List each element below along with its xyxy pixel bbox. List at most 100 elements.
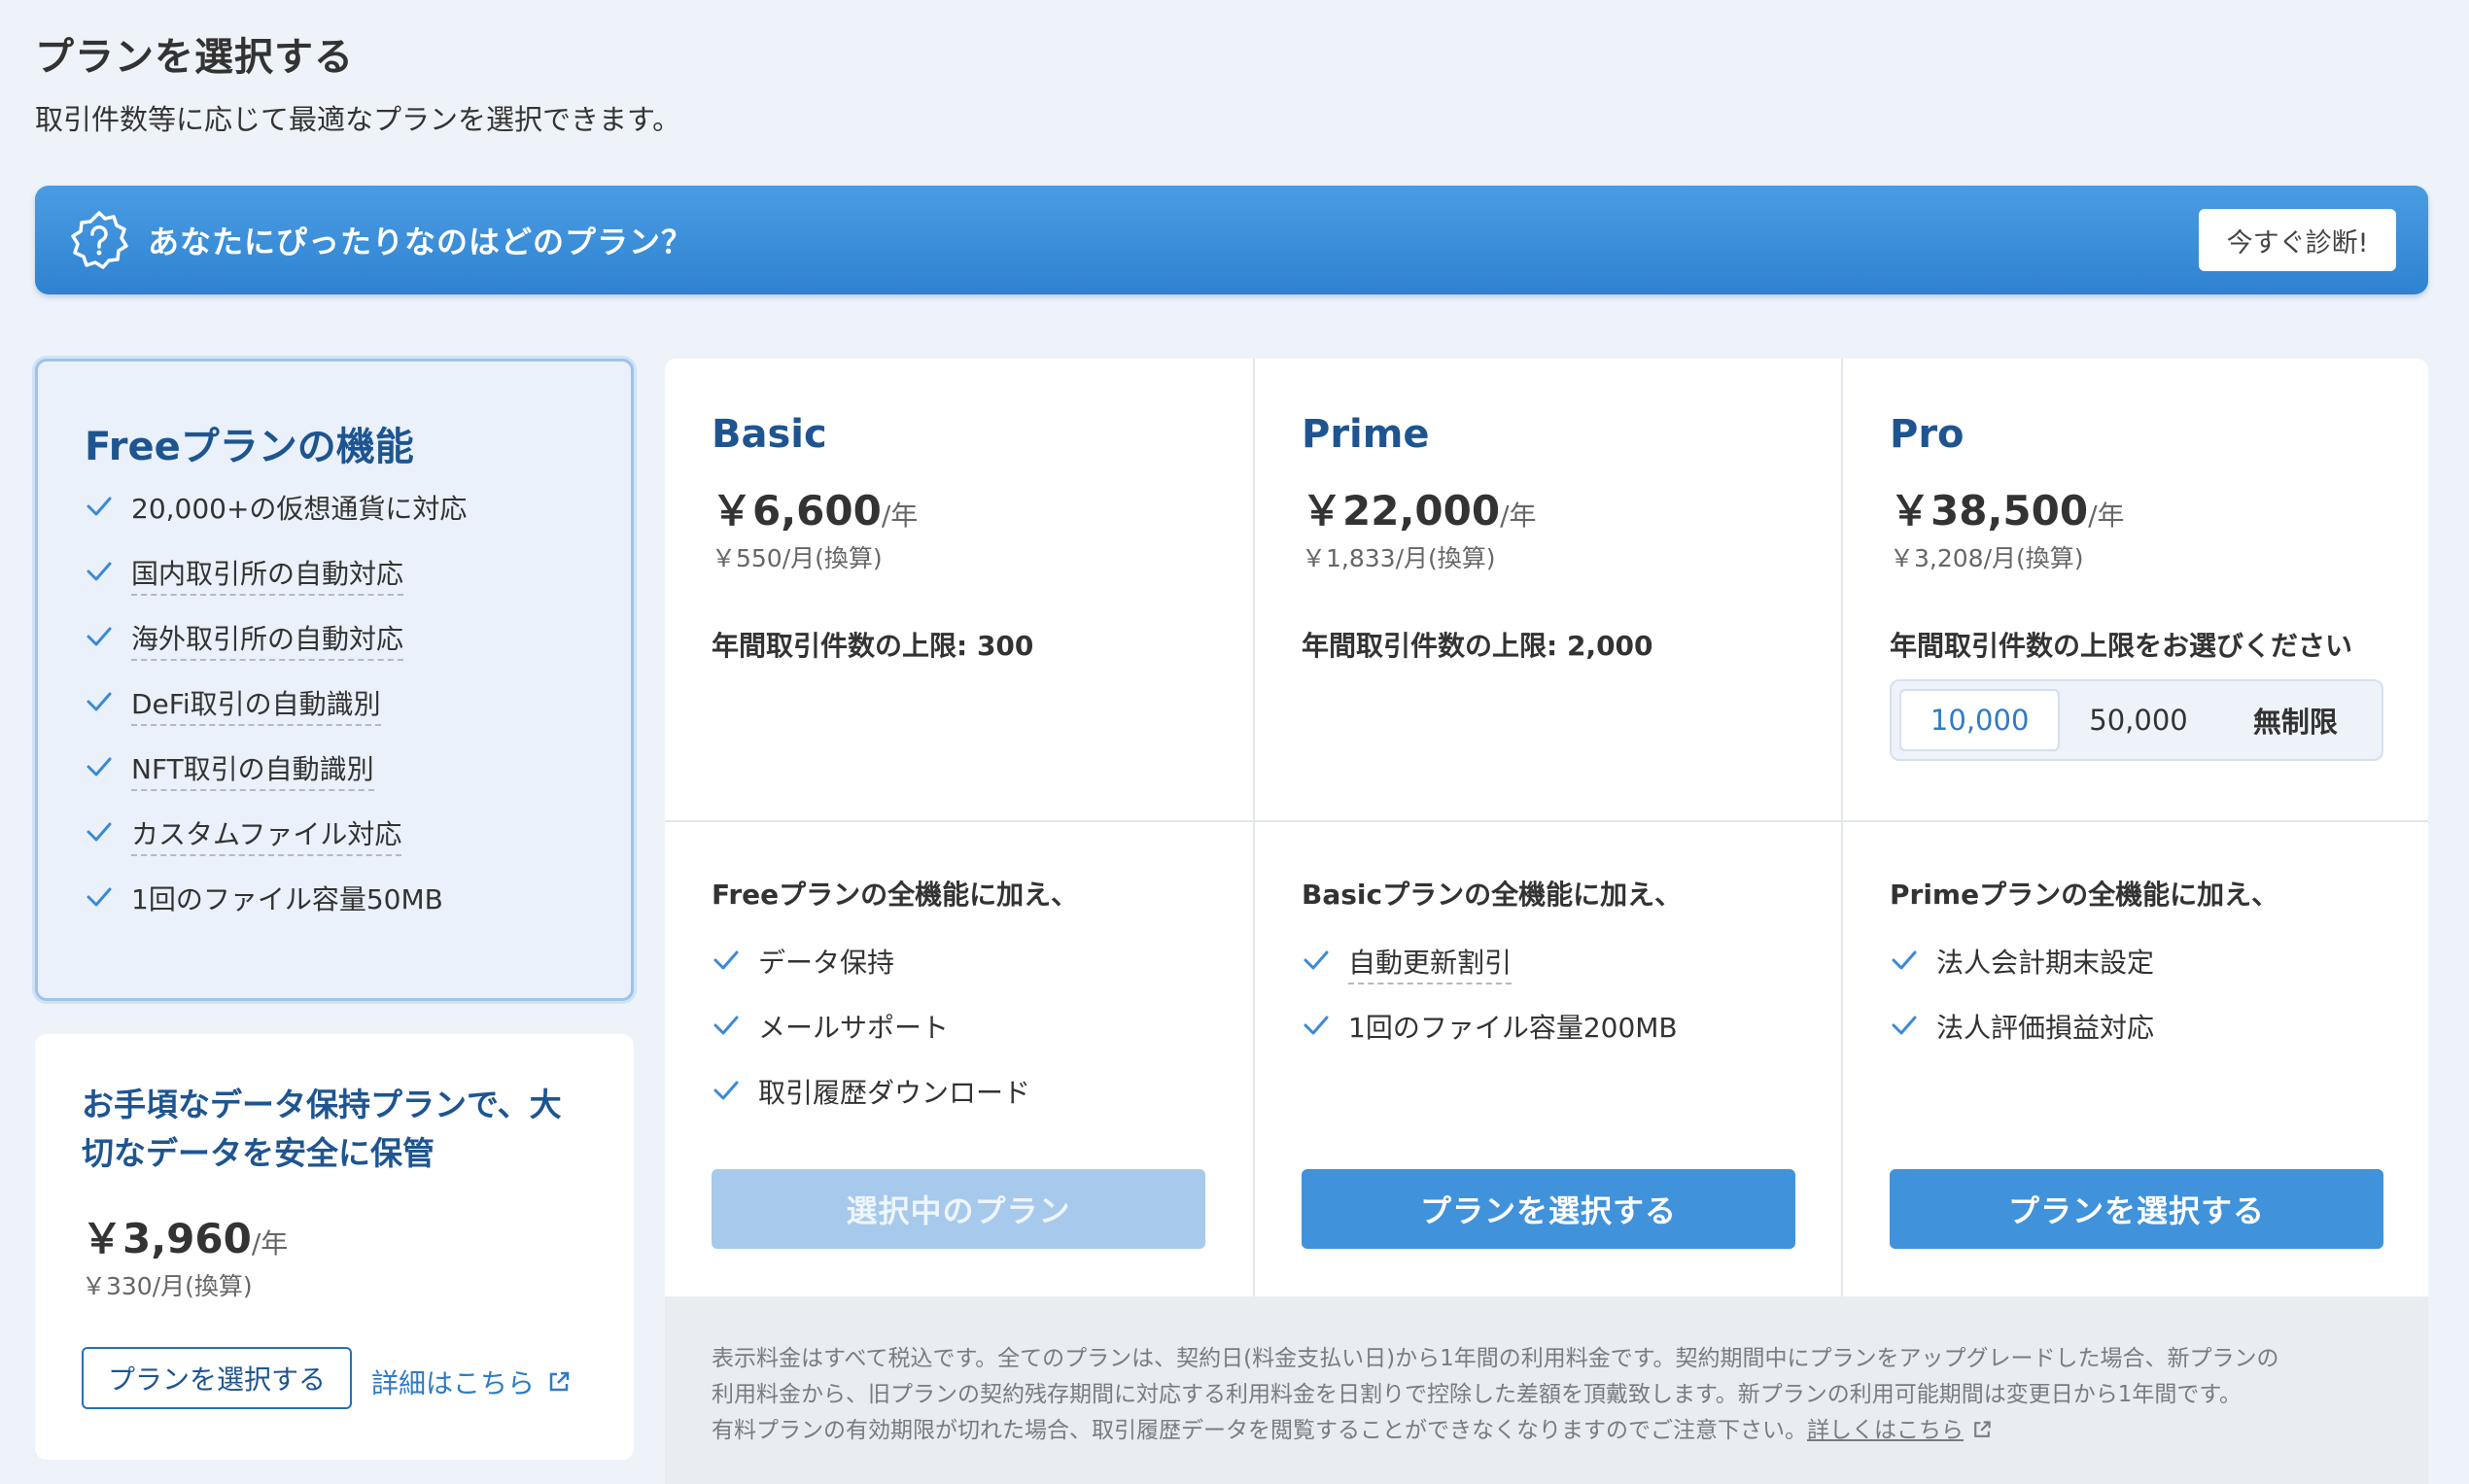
plan-monthly: ￥1,833/月(換算) — [1302, 544, 1496, 572]
limit-option-unlimited[interactable]: 無制限 — [2217, 689, 2374, 751]
check-icon — [713, 1081, 739, 1100]
price-unit: /年 — [251, 1227, 289, 1260]
data-plan-card: お手頃なデータ保持プランで、大切なデータを安全に保管 ￥3,960/年 ￥330… — [35, 1034, 634, 1460]
plan-name: Prime — [1302, 412, 1430, 457]
free-feature-list: 20,000+の仮想通貨に対応 国内取引所の自動対応 海外取引所の自動対応 De… — [85, 488, 467, 944]
price-value: ￥38,500 — [1890, 487, 2089, 535]
diagnose-now-button[interactable]: 今すぐ診断! — [2199, 209, 2396, 271]
feature-label: 1回のファイル容量50MB — [131, 883, 443, 915]
list-item: 1回のファイル容量50MB — [85, 879, 467, 944]
plan-price: ￥6,600/年 — [712, 478, 918, 537]
plan-lead: Freeプランの全機能に加え、 — [712, 879, 1079, 911]
check-icon — [1304, 1016, 1329, 1035]
diagnosis-banner: あなたにぴったりなのはどのプラン？ 今すぐ診断! — [35, 186, 2428, 294]
plan-limit: 年間取引件数の上限: 2,000 — [1302, 630, 1653, 662]
select-data-plan-button[interactable]: プランを選択する — [82, 1347, 352, 1409]
limit-option-50000[interactable]: 50,000 — [2060, 689, 2216, 751]
banner-text: あなたにぴったりなのはどのプラン？ — [148, 224, 694, 260]
plan-lead: Primeプランの全機能に加え、 — [1890, 879, 2279, 911]
price-value: ￥3,960 — [82, 1215, 252, 1262]
free-plan-title: Freeプランの機能 — [85, 425, 414, 469]
check-icon — [87, 692, 112, 711]
feature-label[interactable]: DeFi取引の自動識別 — [131, 683, 381, 726]
details-link[interactable]: 詳細はこちら — [371, 1363, 572, 1401]
feature-label[interactable]: カスタムファイル対応 — [131, 813, 402, 856]
price-unit: /年 — [1500, 500, 1537, 532]
plan-lead: Basicプランの全機能に加え、 — [1302, 879, 1683, 911]
data-plan-monthly: ￥330/月(換算) — [82, 1272, 253, 1300]
plan-name: Basic — [712, 412, 827, 457]
plan-card-pro: Pro ￥38,500/年 ￥3,208/月(換算) 年間取引件数の上限をお選び… — [1841, 359, 2428, 1296]
list-item: メールサポート — [712, 1007, 1030, 1072]
price-value: ￥6,600 — [712, 487, 882, 535]
question-badge-icon — [71, 211, 128, 269]
plan-monthly: ￥3,208/月(換算) — [1890, 544, 2084, 572]
feature-label[interactable]: NFT取引の自動識別 — [131, 748, 374, 791]
note-line-last: 有料プランの有効期限が切れた場合、取引履歴データを閲覧することができなくなります… — [712, 1413, 2382, 1449]
check-icon — [87, 497, 112, 516]
external-link-icon — [1974, 1421, 1991, 1437]
list-item: データ保持 — [712, 942, 1030, 1007]
plan-feature-list: 法人会計期末設定 法人評価損益対応 — [1890, 942, 2154, 1072]
plan-feature-list: データ保持 メールサポート 取引履歴ダウンロード — [712, 942, 1030, 1137]
select-prime-button[interactable]: プランを選択する — [1302, 1169, 1795, 1249]
feature-label: データ保持 — [758, 947, 895, 979]
price-unit: /年 — [881, 500, 919, 532]
paid-plans-panel: Basic ￥6,600/年 ￥550/月(換算) 年間取引件数の上限: 300… — [665, 359, 2428, 1484]
select-pro-button[interactable]: プランを選択する — [1890, 1169, 2383, 1249]
plan-monthly: ￥550/月(換算) — [712, 544, 883, 572]
feature-label[interactable]: 国内取引所の自動対応 — [131, 553, 404, 596]
list-item: 20,000+の仮想通貨に対応 — [85, 488, 467, 553]
check-icon — [1892, 1016, 1917, 1035]
feature-label: 20,000+の仮想通貨に対応 — [131, 493, 468, 525]
list-item: 自動更新割引 — [1302, 942, 1678, 1007]
plan-card-prime: Prime ￥22,000/年 ￥1,833/月(換算) 年間取引件数の上限: … — [1253, 359, 1841, 1296]
limit-option-10000[interactable]: 10,000 — [1899, 689, 2061, 751]
check-icon — [87, 822, 112, 842]
feature-label[interactable]: 海外取引所の自動対応 — [131, 618, 404, 661]
data-plan-price: ￥3,960/年 — [82, 1206, 288, 1265]
check-icon — [1892, 950, 1917, 970]
feature-label: 1回のファイル容量200MB — [1348, 1012, 1678, 1044]
list-item: 取引履歴ダウンロード — [712, 1072, 1030, 1137]
feature-label: 法人評価損益対応 — [1936, 1012, 2155, 1044]
plan-card-basic: Basic ￥6,600/年 ￥550/月(換算) 年間取引件数の上限: 300… — [665, 359, 1253, 1296]
check-icon — [87, 757, 112, 777]
check-icon — [713, 950, 739, 970]
details-link-label[interactable]: 詳細はこちら — [371, 1363, 535, 1401]
check-icon — [87, 627, 112, 646]
list-item: 法人会計期末設定 — [1890, 942, 2154, 1007]
check-icon — [713, 1016, 739, 1035]
page-subtitle: 取引件数等に応じて最適なプランを選択できます。 — [35, 103, 681, 136]
feature-label: メールサポート — [758, 1012, 950, 1044]
check-icon — [1304, 950, 1329, 970]
pricing-note: 表示料金はすべて税込です。全てのプランは、契約日(料金支払い日)から1年間の利用… — [665, 1296, 2428, 1484]
list-item: カスタムファイル対応 — [85, 813, 467, 879]
note-details-link[interactable]: 詳しくはこちら — [1807, 1418, 1964, 1443]
check-icon — [87, 887, 112, 907]
plan-price: ￥38,500/年 — [1890, 478, 2125, 537]
feature-label: 法人会計期末設定 — [1936, 947, 2155, 979]
external-link-icon — [549, 1371, 570, 1392]
price-value: ￥22,000 — [1302, 487, 1501, 535]
page-title: プランを選択する — [35, 35, 354, 80]
list-item: 法人評価損益対応 — [1890, 1007, 2154, 1072]
list-item: NFT取引の自動識別 — [85, 748, 467, 813]
feature-label[interactable]: 自動更新割引 — [1348, 942, 1513, 984]
plan-name: Pro — [1890, 412, 1965, 457]
note-text: 有料プランの有効期限が切れた場合、取引履歴データを閲覧することができなくなります… — [712, 1418, 1807, 1443]
list-item: DeFi取引の自動識別 — [85, 683, 467, 748]
list-item: 海外取引所の自動対応 — [85, 618, 467, 683]
limit-segmented-control: 10,000 50,000 無制限 — [1890, 679, 2383, 761]
plan-limit: 年間取引件数の上限: 300 — [712, 630, 1034, 662]
plan-price: ￥22,000/年 — [1302, 478, 1537, 537]
current-plan-button: 選択中のプラン — [712, 1169, 1205, 1249]
check-icon — [87, 562, 112, 581]
free-plan-card: Freeプランの機能 20,000+の仮想通貨に対応 国内取引所の自動対応 海外… — [35, 359, 634, 1001]
list-item: 国内取引所の自動対応 — [85, 553, 467, 618]
feature-label: 取引履歴ダウンロード — [758, 1077, 1031, 1109]
plan-limit: 年間取引件数の上限をお選びください — [1890, 630, 2353, 662]
data-plan-title: お手頃なデータ保持プランで、大切なデータを安全に保管 — [82, 1086, 562, 1172]
note-line: 表示料金はすべて税込です。全てのプランは、契約日(料金支払い日)から1年間の利用… — [712, 1346, 2279, 1371]
list-item: 1回のファイル容量200MB — [1302, 1007, 1678, 1072]
